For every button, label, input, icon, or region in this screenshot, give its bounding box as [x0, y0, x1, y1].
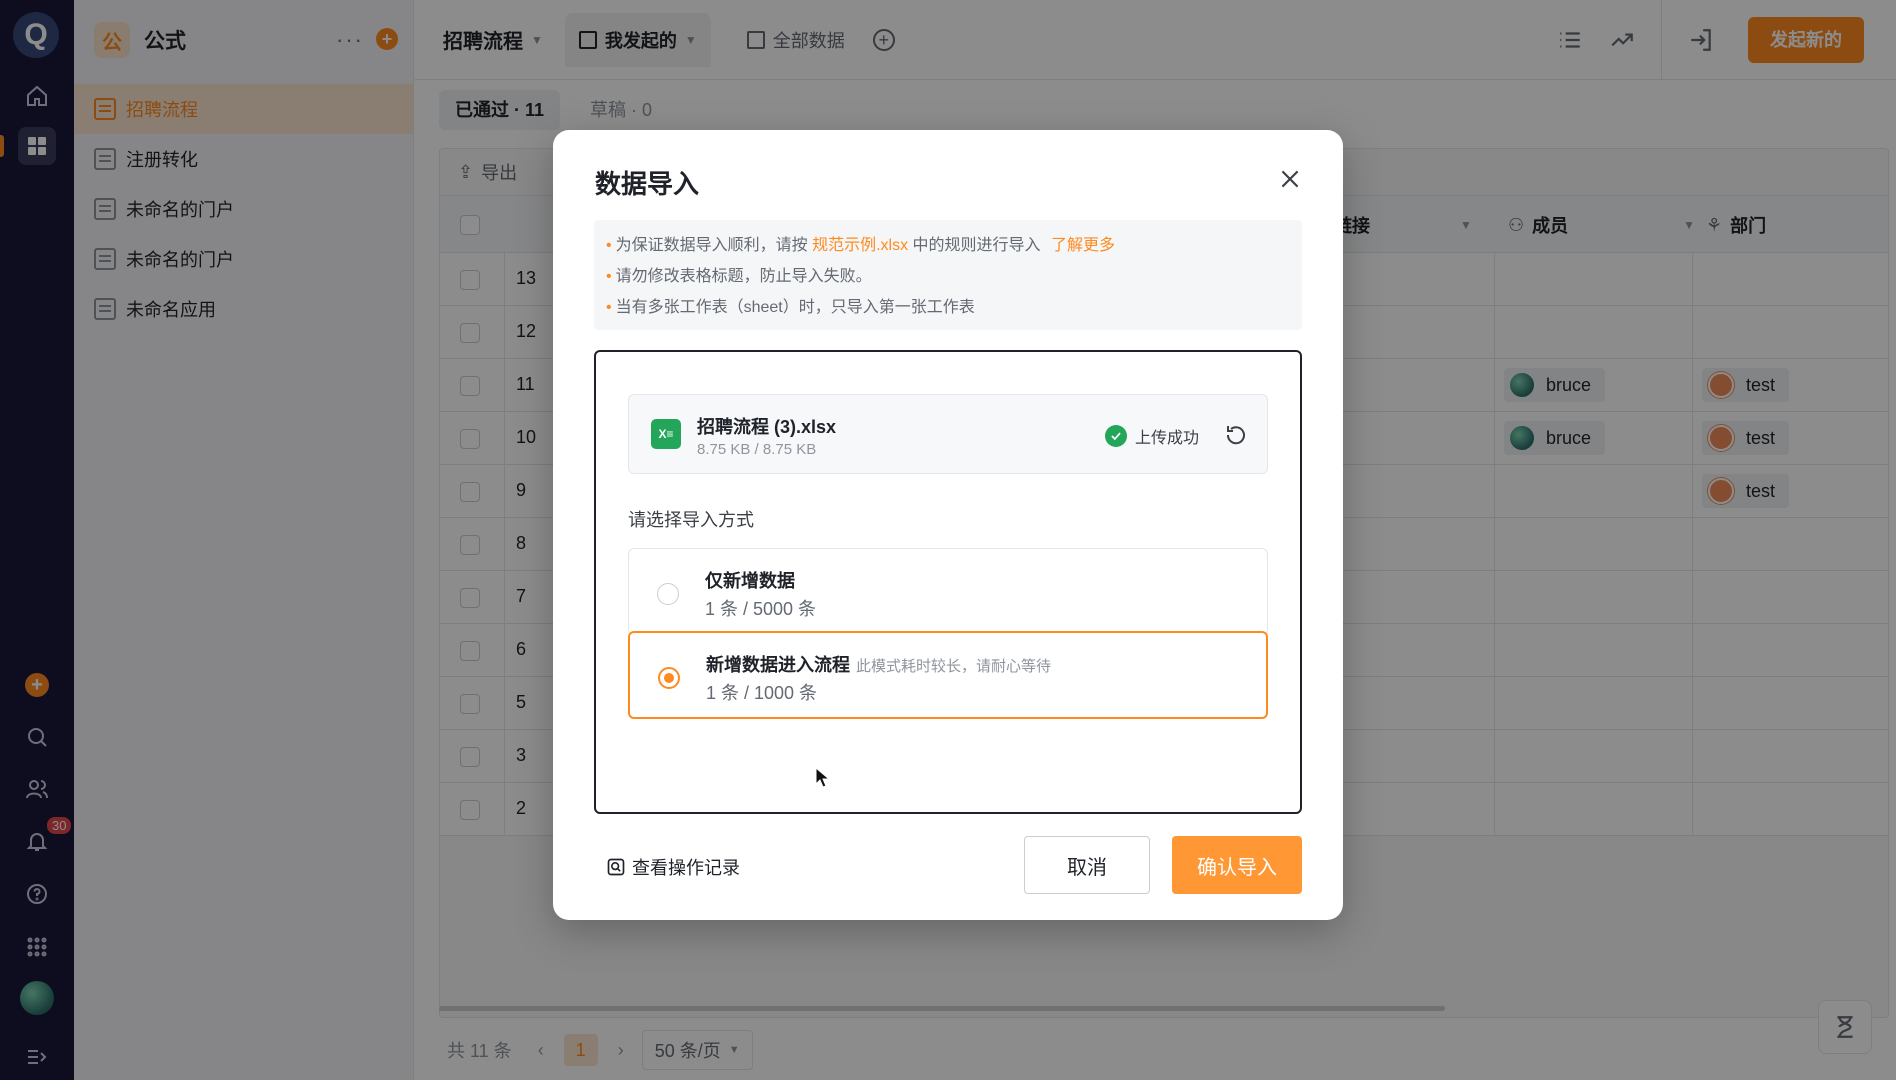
uploaded-file: X≡ 招聘流程 (3).xlsx 8.75 KB / 8.75 KB 上传成功	[628, 394, 1268, 474]
option-title: 仅新增数据	[705, 571, 795, 591]
import-dialog: 数据导入 • 为保证数据导入顺利，请按 规范示例.xlsx 中的规则进行导入 了解…	[553, 130, 1343, 920]
check-circle-icon	[1105, 425, 1127, 447]
learn-more-link[interactable]: 了解更多	[1051, 237, 1115, 254]
file-name: 招聘流程 (3).xlsx	[697, 417, 837, 437]
status-text: 上传成功	[1135, 430, 1200, 447]
tip-line: • 请勿修改表格标题，防止导入失败。	[606, 268, 872, 285]
option-add-into-flow[interactable]: 新增数据进入流程 此模式耗时较长，请耐心等待 1 条 / 1000 条	[628, 631, 1268, 719]
option-limit: 1 条 / 5000 条	[705, 599, 817, 619]
tip-line: • 为保证数据导入顺利，请按 规范示例.xlsx 中的规则进行导入 了解更多	[606, 237, 1115, 254]
radio-button[interactable]	[658, 667, 680, 689]
option-title: 新增数据进入流程 此模式耗时较长，请耐心等待	[706, 655, 1052, 675]
option-add-only[interactable]: 仅新增数据 1 条 / 5000 条	[628, 548, 1268, 636]
import-tips: • 为保证数据导入顺利，请按 规范示例.xlsx 中的规则进行导入 了解更多 • 请…	[594, 220, 1302, 330]
upload-status: 上传成功	[1105, 424, 1199, 448]
option-limit: 1 条 / 1000 条	[706, 683, 818, 703]
excel-file-icon: X≡	[651, 419, 681, 449]
view-history-link[interactable]: 查看操作记录	[606, 854, 740, 880]
close-icon[interactable]	[1277, 166, 1303, 192]
tip-line: • 当有多张工作表（sheet）时，只导入第一张工作表	[606, 299, 975, 316]
import-mode-label: 请选择导入方式	[628, 510, 754, 530]
upload-area: X≡ 招聘流程 (3).xlsx 8.75 KB / 8.75 KB 上传成功 …	[594, 350, 1302, 814]
template-link[interactable]: 规范示例.xlsx	[812, 237, 908, 254]
history-label: 查看操作记录	[632, 858, 740, 878]
cancel-button[interactable]: 取消	[1024, 836, 1150, 894]
file-size: 8.75 KB / 8.75 KB	[697, 441, 817, 458]
history-icon	[607, 858, 625, 876]
option-hint: 此模式耗时较长，请耐心等待	[856, 658, 1052, 675]
confirm-import-button[interactable]: 确认导入	[1172, 836, 1302, 894]
radio-button[interactable]	[657, 583, 679, 605]
mouse-cursor-icon	[815, 767, 831, 788]
reupload-icon[interactable]	[1224, 423, 1248, 447]
dialog-title: 数据导入	[595, 169, 700, 199]
